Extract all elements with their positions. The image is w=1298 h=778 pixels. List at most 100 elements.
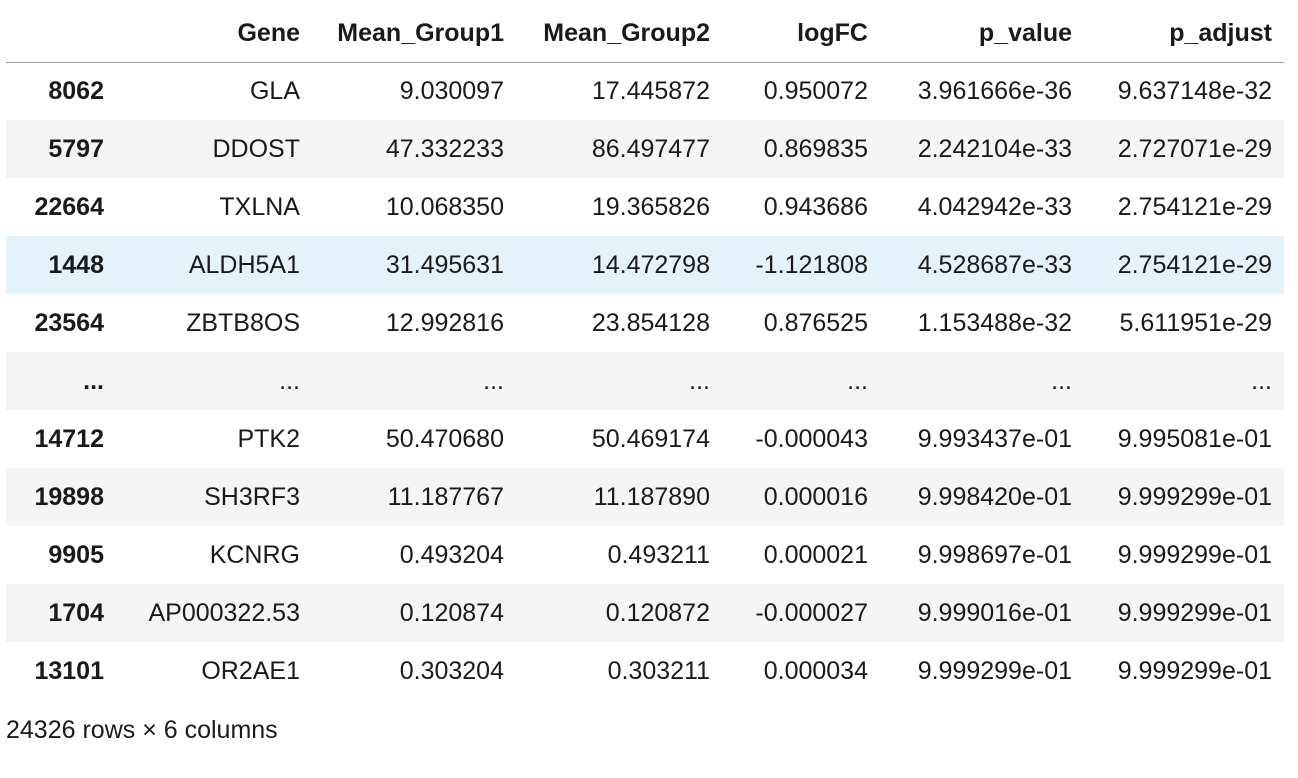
- cell-mean-group2: 11.187890: [593, 482, 710, 511]
- table-body: 8062 GLA 9.030097 17.445872 0.950072 3.9…: [6, 62, 1284, 700]
- dataframe-table: Gene Mean_Group1 Mean_Group2 logFC p_val…: [6, 6, 1284, 700]
- cell-logfc: 0.869835: [763, 134, 868, 163]
- table-row: 5797 DDOST 47.332233 86.497477 0.869835 …: [6, 120, 1284, 178]
- cell-mean-group2: 0.303211: [607, 656, 710, 685]
- cell-mean-group1: 47.332233: [385, 134, 504, 163]
- column-header-gene: Gene: [116, 6, 312, 63]
- table-header: Gene Mean_Group1 Mean_Group2 logFC p_val…: [6, 6, 1284, 63]
- cell-p-adjust: 9.999299e-01: [1117, 540, 1272, 569]
- table-row: 14712 PTK2 50.470680 50.469174 -0.000043…: [6, 410, 1284, 468]
- cell-p-value: 9.998697e-01: [917, 540, 1072, 569]
- cell-p-value: 9.999299e-01: [917, 656, 1072, 685]
- index-header: [6, 6, 116, 63]
- cell-p-adjust: 2.727071e-29: [1117, 134, 1272, 163]
- header-row: Gene Mean_Group1 Mean_Group2 logFC p_val…: [6, 6, 1284, 63]
- cell-p-value: 1.153488e-32: [917, 308, 1072, 337]
- cell-p-value: 9.999016e-01: [917, 598, 1072, 627]
- cell-logfc: -0.000043: [755, 424, 868, 453]
- cell-logfc: 0.876525: [763, 308, 868, 337]
- cell-mean-group2: 14.472798: [591, 250, 710, 279]
- cell-mean-group2: 17.445872: [591, 76, 710, 105]
- cell-logfc: 0.000016: [763, 482, 868, 511]
- row-index: 5797: [48, 134, 104, 163]
- cell-gene: GLA: [249, 76, 300, 105]
- cell-p-value: 4.528687e-33: [917, 250, 1072, 279]
- cell-p-adjust: 9.999299e-01: [1117, 598, 1272, 627]
- cell-mean-group1: 0.493204: [399, 540, 504, 569]
- row-index: 8062: [48, 76, 104, 105]
- cell-mean-group1: 0.120874: [399, 598, 504, 627]
- cell-p-adjust: 9.637148e-32: [1117, 76, 1272, 105]
- dataframe-output: Gene Mean_Group1 Mean_Group2 logFC p_val…: [0, 0, 1298, 745]
- cell-gene: ALDH5A1: [188, 250, 300, 279]
- column-header-p-adjust: p_adjust: [1084, 6, 1284, 63]
- cell-mean-group1: ...: [483, 366, 504, 395]
- cell-mean-group2: 86.497477: [591, 134, 710, 163]
- row-index: ...: [83, 366, 104, 395]
- row-index: 23564: [34, 308, 104, 337]
- cell-mean-group2: 23.854128: [591, 308, 710, 337]
- column-header-p-value: p_value: [880, 6, 1084, 63]
- cell-mean-group2: 0.493211: [607, 540, 710, 569]
- column-header-mean-group2: Mean_Group2: [516, 6, 722, 63]
- cell-mean-group1: 10.068350: [385, 192, 504, 221]
- cell-logfc: ...: [847, 366, 868, 395]
- table-row: 8062 GLA 9.030097 17.445872 0.950072 3.9…: [6, 62, 1284, 120]
- cell-logfc: 0.000021: [763, 540, 868, 569]
- table-row: 1704 AP000322.53 0.120874 0.120872 -0.00…: [6, 584, 1284, 642]
- table-row: 9905 KCNRG 0.493204 0.493211 0.000021 9.…: [6, 526, 1284, 584]
- cell-p-adjust: 2.754121e-29: [1117, 250, 1272, 279]
- cell-gene: SH3RF3: [204, 482, 300, 511]
- cell-p-value: 9.993437e-01: [917, 424, 1072, 453]
- cell-gene: ...: [279, 366, 300, 395]
- cell-gene: KCNRG: [209, 540, 300, 569]
- cell-gene: PTK2: [237, 424, 300, 453]
- cell-gene: DDOST: [212, 134, 301, 163]
- row-index: 1704: [48, 598, 104, 627]
- row-index: 9905: [48, 540, 104, 569]
- cell-gene: ZBTB8OS: [186, 308, 300, 337]
- cell-p-adjust: 9.995081e-01: [1117, 424, 1272, 453]
- table-row-ellipsis: ... ... ... ... ... ... ...: [6, 352, 1284, 410]
- column-header-mean-group1: Mean_Group1: [312, 6, 516, 63]
- table-row-highlighted: 1448 ALDH5A1 31.495631 14.472798 -1.1218…: [6, 236, 1284, 294]
- cell-mean-group2: 19.365826: [591, 192, 710, 221]
- row-index: 13101: [34, 656, 104, 685]
- cell-mean-group2: ...: [689, 366, 710, 395]
- table-row: 13101 OR2AE1 0.303204 0.303211 0.000034 …: [6, 642, 1284, 700]
- cell-p-value: 9.998420e-01: [917, 482, 1072, 511]
- cell-mean-group2: 0.120872: [605, 598, 710, 627]
- table-row: 22664 TXLNA 10.068350 19.365826 0.943686…: [6, 178, 1284, 236]
- row-index: 22664: [34, 192, 104, 221]
- cell-mean-group1: 12.992816: [385, 308, 504, 337]
- cell-logfc: -0.000027: [755, 598, 868, 627]
- cell-mean-group1: 31.495631: [385, 250, 504, 279]
- cell-p-value: 2.242104e-33: [917, 134, 1072, 163]
- cell-p-adjust: 2.754121e-29: [1117, 192, 1272, 221]
- cell-mean-group1: 11.187767: [387, 482, 504, 511]
- cell-p-adjust: 9.999299e-01: [1117, 656, 1272, 685]
- row-index: 1448: [48, 250, 104, 279]
- cell-gene: TXLNA: [219, 192, 300, 221]
- row-index: 14712: [34, 424, 104, 453]
- cell-mean-group1: 50.470680: [385, 424, 504, 453]
- cell-mean-group2: 50.469174: [591, 424, 710, 453]
- cell-p-adjust: 5.611951e-29: [1119, 308, 1272, 337]
- cell-gene: OR2AE1: [201, 656, 300, 685]
- cell-p-value: ...: [1051, 366, 1072, 395]
- cell-p-value: 4.042942e-33: [917, 192, 1072, 221]
- cell-logfc: 0.943686: [763, 192, 868, 221]
- cell-p-value: 3.961666e-36: [917, 76, 1072, 105]
- dataframe-shape-text: 24326 rows × 6 columns: [6, 716, 278, 744]
- cell-logfc: -1.121808: [755, 250, 868, 279]
- cell-mean-group1: 0.303204: [399, 656, 504, 685]
- cell-logfc: 0.950072: [763, 76, 868, 105]
- table-row: 19898 SH3RF3 11.187767 11.187890 0.00001…: [6, 468, 1284, 526]
- cell-logfc: 0.000034: [763, 656, 868, 685]
- table-row: 23564 ZBTB8OS 12.992816 23.854128 0.8765…: [6, 294, 1284, 352]
- row-index: 19898: [34, 482, 104, 511]
- cell-mean-group1: 9.030097: [399, 76, 504, 105]
- cell-gene: AP000322.53: [148, 598, 300, 627]
- column-header-logfc: logFC: [722, 6, 880, 63]
- cell-p-adjust: ...: [1251, 366, 1272, 395]
